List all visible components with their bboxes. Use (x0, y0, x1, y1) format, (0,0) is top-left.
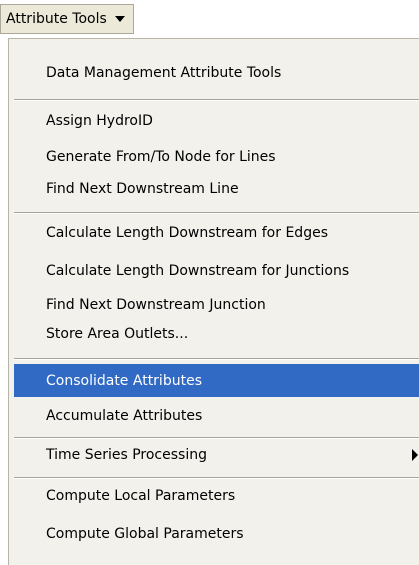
toolbar: Attribute Tools (0, 0, 419, 37)
menu-item-calculate-length-downstream-junctions[interactable]: Calculate Length Downstream for Junction… (14, 255, 419, 287)
menu-item-consolidate-attributes[interactable]: Consolidate Attributes (14, 364, 419, 397)
menu-item-label: Compute Local Parameters (46, 488, 236, 504)
menu-separator (14, 358, 419, 360)
menu-item-time-series-processing[interactable]: Time Series Processing (14, 439, 419, 471)
attribute-tools-dropdown: Data Management Attribute Tools Assign H… (8, 38, 419, 565)
chevron-right-icon (412, 449, 418, 461)
menu-item-label: Accumulate Attributes (46, 408, 203, 424)
menu-item-calculate-length-downstream-edges[interactable]: Calculate Length Downstream for Edges (14, 217, 419, 249)
menu-item-store-area-outlets[interactable]: Store Area Outlets... (14, 318, 419, 350)
menu-separator (14, 99, 419, 101)
menu-item-label: Consolidate Attributes (46, 372, 202, 389)
menu-separator (14, 212, 419, 214)
menu-item-accumulate-attributes[interactable]: Accumulate Attributes (14, 400, 419, 432)
menu-item-data-management-attribute-tools[interactable]: Data Management Attribute Tools (14, 57, 419, 89)
menu-item-label: Data Management Attribute Tools (46, 65, 282, 81)
menu-item-find-next-downstream-junction[interactable]: Find Next Downstream Junction (14, 289, 419, 321)
menu-item-generate-from-to-node[interactable]: Generate From/To Node for Lines (14, 141, 419, 173)
menu-item-label: Assign HydroID (46, 113, 153, 129)
menu-separator (14, 477, 419, 479)
menu-item-label: Generate From/To Node for Lines (46, 149, 276, 165)
attribute-tools-menu-button[interactable]: Attribute Tools (0, 4, 134, 34)
menu-item-label: Find Next Downstream Line (46, 181, 239, 197)
menu-item-label: Calculate Length Downstream for Junction… (46, 263, 350, 279)
menu-item-label: Find Next Downstream Junction (46, 297, 266, 313)
menu-button-label: Attribute Tools (6, 11, 107, 27)
menu-item-label: Calculate Length Downstream for Edges (46, 225, 328, 241)
menu-item-assign-hydroid[interactable]: Assign HydroID (14, 105, 419, 137)
menu-item-find-next-downstream-line[interactable]: Find Next Downstream Line (14, 173, 419, 205)
menu-item-label: Store Area Outlets... (46, 326, 189, 342)
menu-item-label: Time Series Processing (46, 447, 207, 463)
caret-down-icon (114, 16, 125, 22)
menu-item-compute-local-parameters[interactable]: Compute Local Parameters (14, 480, 419, 512)
menu-item-label: Compute Global Parameters (46, 526, 244, 542)
menu-item-compute-global-parameters[interactable]: Compute Global Parameters (14, 518, 419, 550)
